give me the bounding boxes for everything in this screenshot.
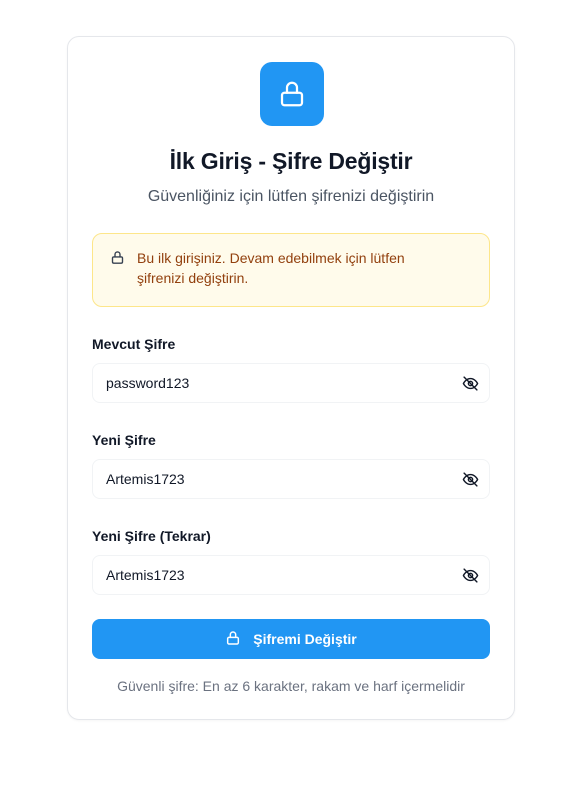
lock-icon (225, 630, 241, 649)
current-password-field (92, 363, 490, 403)
current-password-label: Mevcut Şifre (92, 336, 176, 352)
page-subtitle: Güvenliğiniz için lütfen şifrenizi değiş… (147, 188, 435, 205)
eye-off-icon[interactable] (461, 566, 479, 584)
alert-line-1: Bu ilk girişiniz. Devam edebilmek için l… (137, 250, 405, 266)
lock-icon (110, 250, 125, 270)
change-password-card: İlk Giriş - Şifre Değiştir Güvenliğiniz … (67, 36, 515, 720)
first-login-alert: Bu ilk girişiniz. Devam edebilmek için l… (92, 233, 490, 307)
eye-off-icon[interactable] (461, 374, 479, 392)
change-password-button-label: Şifremi Değiştir (253, 631, 357, 647)
new-password-input[interactable] (93, 460, 453, 498)
new-password-label: Yeni Şifre (92, 432, 156, 448)
password-hint: Güvenli şifre: En az 6 karakter, rakam v… (117, 678, 465, 694)
new-password-field (92, 459, 490, 499)
alert-line-2: şifrenizi değiştirin. (137, 270, 249, 286)
lock-icon (260, 62, 324, 126)
current-password-input[interactable] (93, 364, 453, 402)
eye-off-icon[interactable] (461, 470, 479, 488)
change-password-button[interactable]: Şifremi Değiştir (92, 619, 490, 659)
confirm-password-label: Yeni Şifre (Tekrar) (92, 528, 211, 544)
page-title: İlk Giriş - Şifre Değiştir (169, 148, 413, 174)
confirm-password-field (92, 555, 490, 595)
alert-message: Bu ilk girişiniz. Devam edebilmek için l… (137, 248, 471, 288)
confirm-password-input[interactable] (93, 556, 453, 594)
